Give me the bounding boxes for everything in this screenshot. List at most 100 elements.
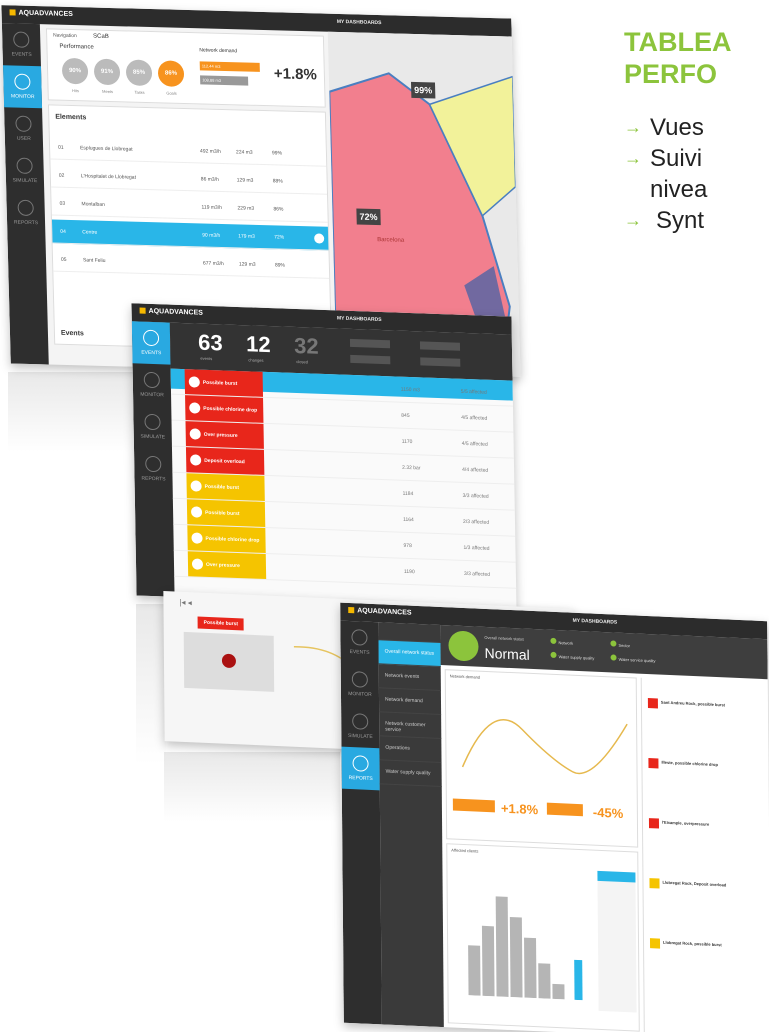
alert-icon	[649, 938, 661, 949]
nav-events[interactable]: EVENTS	[2, 23, 41, 66]
legend-item[interactable]: Water service quality	[610, 654, 656, 663]
performance-circle[interactable]: 90%	[61, 57, 89, 85]
event-type-tag: Possible burst	[184, 369, 264, 397]
event-type-tag: Possible chlorine drop	[187, 525, 266, 553]
my-dashboards-link[interactable]: MY DASHBOARDS	[337, 19, 382, 26]
alert-item[interactable]: Illeste, possible chlorine drop	[648, 758, 764, 813]
nav-monitor[interactable]: MONITOR	[2, 65, 43, 109]
menu-item[interactable]: Network demand	[378, 688, 442, 715]
events-icon	[13, 31, 30, 48]
legend-item[interactable]: Water supply quality	[550, 651, 594, 661]
alert-item[interactable]: Llobregat Rock, Deposit overload	[649, 878, 765, 933]
event-affected: 1/3 affected	[463, 544, 490, 552]
map-badge[interactable]: 99%	[410, 81, 436, 99]
event-type-icon	[190, 454, 202, 466]
date-from-input[interactable]	[349, 338, 391, 349]
menu-item[interactable]: Overall network status	[378, 640, 441, 667]
alert-icon	[142, 329, 160, 347]
date-to-input[interactable]	[350, 354, 391, 365]
menu-item[interactable]: Operations	[379, 736, 442, 764]
event-type-tag: Over pressure	[187, 551, 267, 579]
simulate-icon	[16, 157, 33, 175]
globe-icon	[143, 371, 160, 389]
reports-icon	[352, 755, 369, 772]
elements-table: 01 Esplugues de Llobregat 492 m3/h 224 m3 99…	[49, 135, 330, 279]
table-row[interactable]: 03 Montalban 119 m3/h 229 m3 86%	[51, 191, 328, 223]
performance-circle[interactable]: 91%	[93, 58, 121, 86]
bullet-continuation: nivea	[650, 176, 708, 203]
status-value: Normal	[484, 644, 530, 663]
alert-list: Sant Andreu Rock, possible burst Illeste,…	[642, 678, 768, 949]
table-row[interactable]: 05 Sant Feliu 677 m3/h 129 m3 89%	[52, 247, 330, 279]
brand-logo: AQUADVANCES	[139, 307, 203, 317]
nav-events[interactable]: EVENTS	[131, 321, 171, 365]
nav-events[interactable]: EVENTS	[340, 621, 378, 665]
circle-label: Hits	[72, 88, 80, 94]
nav-simulate[interactable]: SIMULATE	[5, 149, 44, 192]
nav-reports[interactable]: REPORTS	[341, 746, 380, 791]
table-row[interactable]: 02 L'Hospitalet de Llobregat 86 m3/h 129 m3…	[50, 163, 328, 195]
nav-reports[interactable]: REPORTS	[134, 447, 173, 490]
nav-reports[interactable]: REPORTS	[6, 191, 45, 234]
menu-item[interactable]: Network customer service	[379, 712, 442, 740]
alert-title: l'Eixample, overpressure	[661, 819, 710, 827]
legend-item[interactable]: Sector	[610, 640, 630, 648]
delta-percentage: -45%	[592, 804, 624, 821]
performance-circle[interactable]: 85%	[125, 59, 153, 87]
nav-monitor[interactable]: MONITOR	[341, 663, 379, 707]
legend-item[interactable]: Network	[550, 637, 573, 646]
bullet-list: → Vues → Suivi nivea → Synt	[624, 112, 769, 236]
sort-select[interactable]	[419, 341, 461, 351]
event-type-icon	[188, 376, 200, 388]
sidebar: EVENTS MONITOR USER SIMULATE REPORTS	[1, 23, 49, 365]
alert-item[interactable]: Llobregat Rock, possible burst	[649, 938, 766, 993]
simulate-icon	[352, 713, 369, 730]
nav-simulate[interactable]: SIMULATE	[133, 405, 172, 448]
event-flow: 1170	[401, 438, 413, 446]
performance-title: Performance	[59, 43, 94, 51]
alert-item[interactable]: l'Eixample, overpressure	[648, 818, 765, 873]
event-type-icon	[191, 532, 203, 544]
pager-arrows[interactable]: |◂ ◂	[179, 598, 191, 608]
alert-title: Llobregat Rock, Deposit overload	[662, 879, 727, 888]
alert-title: Sant Andreu Rock, possible burst	[660, 699, 726, 708]
table-row[interactable]: 01 Esplugues de Llobregat 492 m3/h 224 m3 99…	[49, 135, 327, 167]
my-dashboards-link[interactable]: MY DASHBOARDS	[573, 618, 618, 626]
monitor-icon	[14, 73, 31, 90]
nav-user[interactable]: USER	[4, 107, 43, 150]
orange-value: 112,44 m3	[199, 61, 260, 72]
menu-item[interactable]: Network events	[378, 664, 441, 691]
zone-dropdown[interactable]	[597, 870, 636, 883]
nav-simulate[interactable]: SIMULATE	[341, 705, 379, 749]
table-row-selected[interactable]: 04 Centre 90 m3/h 179 m3 72%	[51, 219, 329, 251]
location-pin-icon	[221, 653, 236, 669]
alert-item[interactable]: Sant Andreu Rock, possible burst	[647, 698, 764, 753]
counter-label: changes	[248, 357, 264, 363]
map-badge[interactable]: 72%	[356, 208, 381, 226]
reflection	[136, 604, 166, 764]
globe-icon	[351, 671, 368, 688]
my-dashboards-link[interactable]: MY DASHBOARDS	[337, 315, 382, 323]
nav-monitor[interactable]: MONITOR	[133, 363, 172, 406]
simulate-icon	[144, 413, 161, 431]
status-label: Overall network status	[484, 634, 525, 642]
event-location-map[interactable]	[183, 631, 275, 692]
demand-curve	[461, 719, 628, 775]
alert-title: Illeste, possible chlorine drop	[661, 759, 718, 768]
affected-histogram	[468, 896, 583, 1001]
event-flow: 2.32 bar	[402, 464, 421, 472]
filter-select[interactable]	[420, 357, 461, 367]
info-icon[interactable]	[314, 233, 325, 244]
menu-item[interactable]: Water supply quality	[379, 760, 442, 788]
arrow-icon: →	[624, 117, 642, 137]
event-tag[interactable]: Possible burst	[197, 616, 245, 631]
event-type-icon	[189, 428, 201, 440]
grey-value: 108,88 m3	[200, 75, 249, 86]
event-type-tag: Deposit overload	[185, 447, 265, 475]
events-screenshot: AQUADVANCES MY DASHBOARDS EVENTS MONITOR…	[131, 303, 517, 609]
scab-label: SCaB	[93, 33, 109, 40]
performance-circle[interactable]: 86%	[157, 60, 185, 87]
performance-panel: Navigation SCaB Performance 90% 91% 85% …	[45, 28, 326, 108]
event-affected: 3/3 affected	[462, 492, 489, 500]
navigation-dropdown[interactable]: Navigation	[53, 32, 77, 39]
